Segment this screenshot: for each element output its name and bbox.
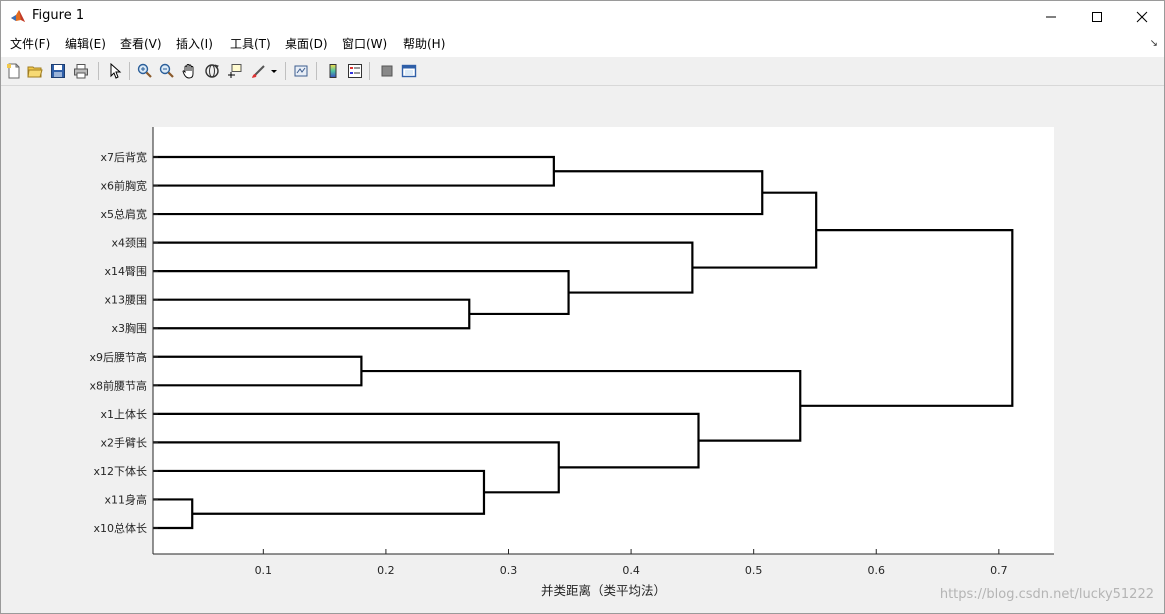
leaf-label: x13腰围 bbox=[104, 294, 147, 307]
x-tick-label: 0.4 bbox=[622, 564, 640, 577]
leaf-label: x6前胸宽 bbox=[100, 179, 147, 193]
x-tick-label: 0.5 bbox=[745, 564, 763, 577]
leaf-label: x12下体长 bbox=[93, 464, 147, 478]
leaf-label: x7后背宽 bbox=[100, 150, 147, 164]
leaf-label: x9后腰节高 bbox=[89, 350, 147, 364]
leaf-label: x5总肩宽 bbox=[100, 207, 147, 221]
leaf-label: x10总体长 bbox=[93, 521, 147, 535]
x-tick-label: 0.6 bbox=[868, 564, 886, 577]
leaf-label: x11身高 bbox=[104, 492, 147, 506]
leaf-label: x1上体长 bbox=[100, 407, 147, 421]
leaf-label: x3胸围 bbox=[111, 321, 147, 335]
dendrogram-chart: x7后背宽 x6前胸宽 x5总肩宽 x4颈围 x14臀围 x13腰围 x3胸围 x9后腰节高 x… bbox=[89, 127, 1054, 598]
x-tick-label: 0.2 bbox=[377, 564, 395, 577]
x-tick-label: 0.1 bbox=[255, 564, 273, 577]
x-tick-label: 0.7 bbox=[990, 564, 1008, 577]
leaf-label: x8前腰节高 bbox=[89, 378, 147, 392]
x-axis-label: 并类距离（类平均法） bbox=[541, 583, 666, 598]
plot-area bbox=[153, 127, 1054, 554]
watermark-text: https://blog.csdn.net/lucky51222 bbox=[939, 587, 1154, 602]
x-tick-label: 0.3 bbox=[500, 564, 518, 577]
figure-window: Figure 1 文件(F) 编辑(E) 查看(V) 插入(I) 工具(T) 桌… bbox=[0, 0, 1165, 614]
leaf-label: x4颈围 bbox=[111, 237, 147, 250]
leaf-label: x2手臂长 bbox=[100, 435, 147, 449]
leaf-label: x14臀围 bbox=[104, 265, 147, 278]
